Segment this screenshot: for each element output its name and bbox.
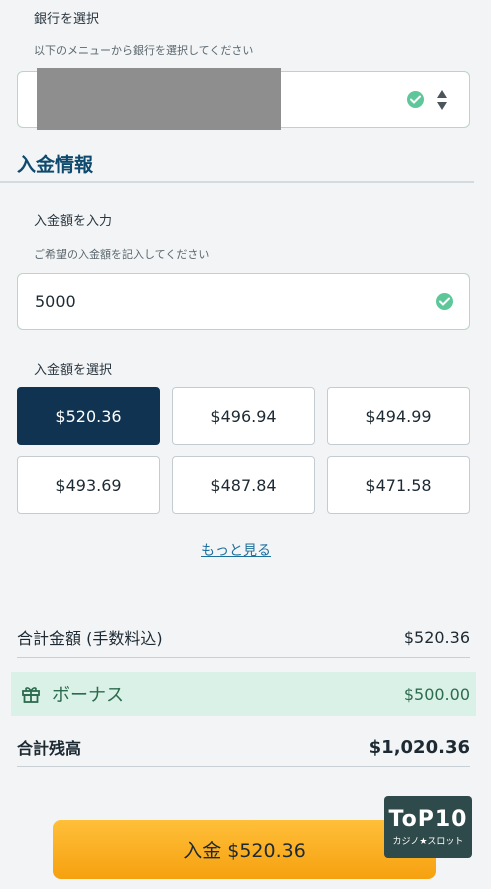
deposit-button[interactable]: 入金 $520.36 [53, 820, 436, 879]
amount-input-value: 5000 [35, 292, 76, 311]
check-icon [407, 91, 424, 108]
total-value: $520.36 [403, 627, 470, 647]
amount-input[interactable]: 5000 [17, 273, 470, 330]
amount-option-2[interactable]: $496.94 [172, 387, 315, 445]
redacted-bank-name [37, 68, 281, 130]
total-label: 合計金額 (手数料込) [17, 629, 163, 648]
total-row: 合計金額 (手数料込) $520.36 [17, 624, 470, 650]
amount-option-5[interactable]: $487.84 [172, 456, 315, 514]
balance-value: $1,020.36 [368, 736, 470, 758]
summary-divider [17, 657, 470, 658]
bank-label: 銀行を選択 [34, 12, 100, 27]
watermark-title: ToP10 [388, 807, 468, 832]
bank-hint: 以下のメニューから銀行を選択してください [34, 44, 254, 57]
bonus-row: ボーナス $500.00 [11, 672, 476, 716]
amount-option-4[interactable]: $493.69 [17, 456, 160, 514]
amount-option-6[interactable]: $471.58 [327, 456, 470, 514]
check-icon [436, 293, 453, 310]
top10-watermark: ToP10 カジノ★スロット [384, 796, 472, 858]
section-title-deposit: 入金情報 [17, 154, 94, 176]
amount-option-1[interactable]: $520.36 [17, 387, 160, 445]
watermark-subtitle: カジノ★スロット [392, 837, 464, 847]
amount-option-3[interactable]: $494.99 [327, 387, 470, 445]
balance-divider [17, 766, 470, 767]
balance-row: 合計残高 $1,020.36 [17, 734, 470, 760]
show-more-link[interactable]: もっと見る [201, 540, 271, 560]
section-divider [0, 181, 474, 183]
amount-hint: ご希望の入金額を記入してください [34, 248, 210, 261]
balance-label: 合計残高 [17, 739, 82, 758]
select-amount-label: 入金額を選択 [34, 363, 113, 378]
bonus-label: ボーナス [52, 685, 124, 706]
gift-icon [22, 687, 40, 703]
bank-select[interactable] [17, 68, 470, 130]
amount-label: 入金額を入力 [34, 214, 113, 229]
sort-arrows-icon [437, 90, 447, 110]
bonus-value: $500.00 [403, 684, 470, 704]
